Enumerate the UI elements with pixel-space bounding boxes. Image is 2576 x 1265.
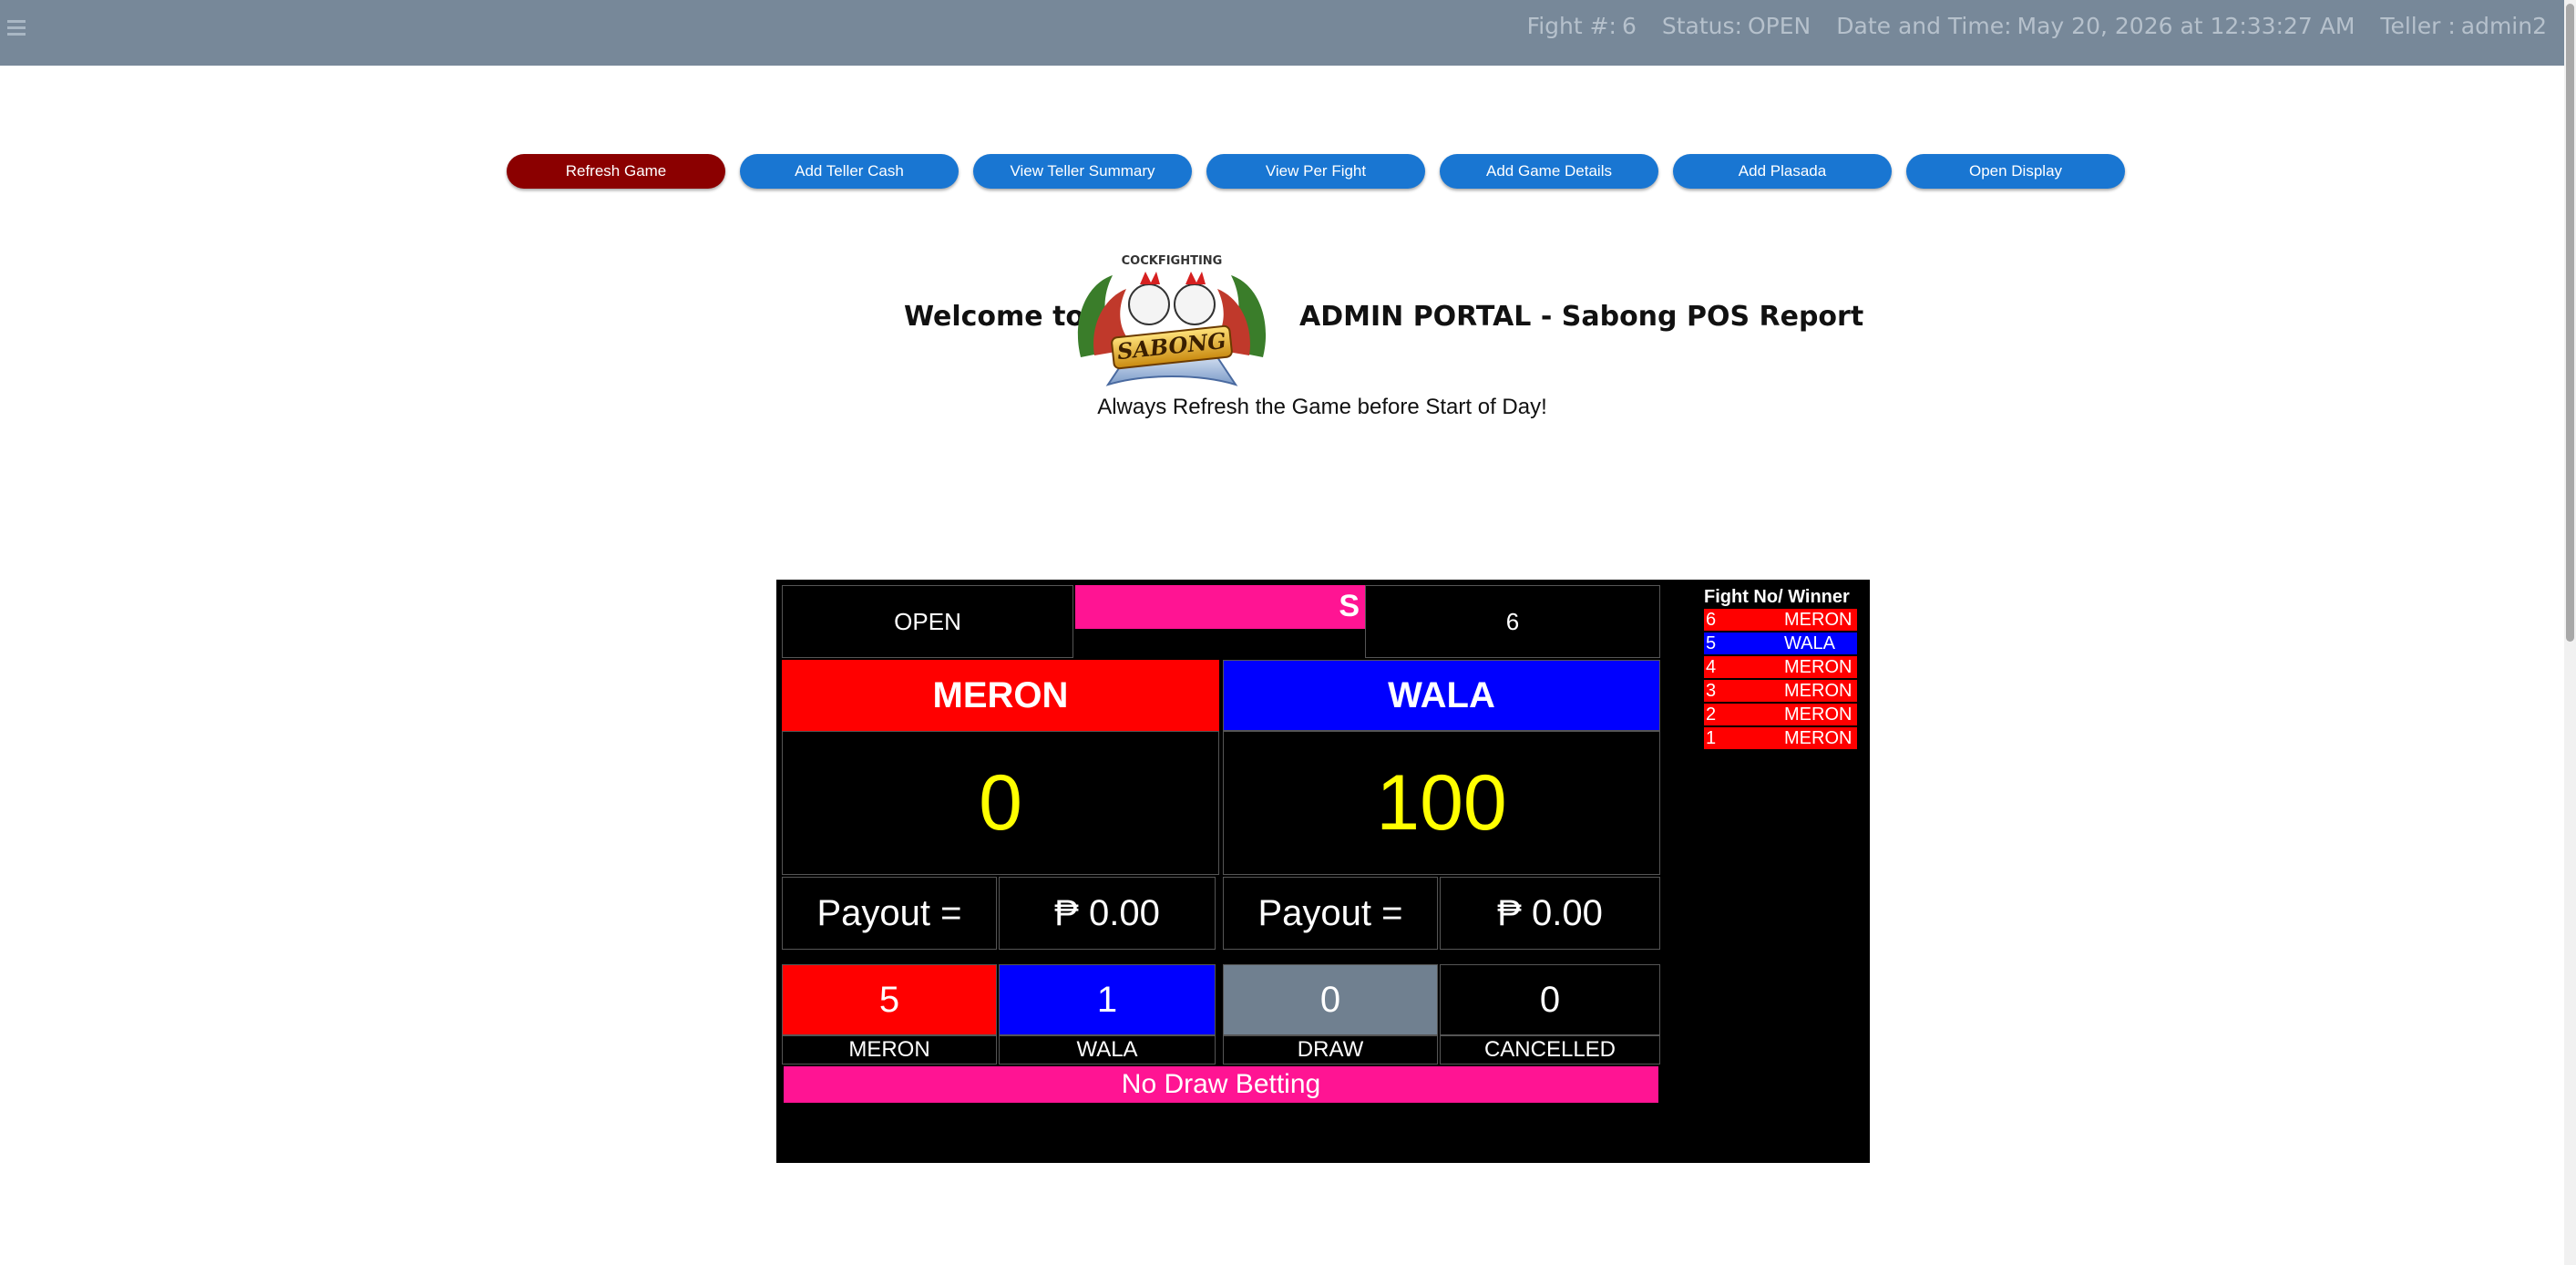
refresh-reminder: Always Refresh the Game before Start of … bbox=[1097, 395, 1547, 419]
teller-value: admin2 bbox=[2460, 13, 2547, 39]
welcome-prefix: Welcome to bbox=[904, 301, 1085, 333]
fight-board: OPEN S 6 MERON WALA 0 100 Payout = ₱ 0.0… bbox=[776, 580, 1870, 1163]
welcome-banner: Welcome to SABONG COCKFIGHTING ADMIN POR… bbox=[0, 244, 2576, 390]
board-fight-number: 6 bbox=[1365, 585, 1660, 658]
add-plasada-button[interactable]: Add Plasada bbox=[1673, 154, 1892, 189]
history-row: 5 WALA bbox=[1704, 632, 1857, 654]
fight-history-title: Fight No/ Winner bbox=[1704, 587, 1850, 607]
fight-number-value: 6 bbox=[1621, 13, 1637, 39]
datetime-info: Date and Time: May 20, 2026 at 12:33:27 … bbox=[1836, 13, 2355, 39]
cancelled-count-label: CANCELLED bbox=[1440, 1035, 1660, 1064]
ticker-text: S bbox=[1339, 589, 1360, 623]
history-row: 6 MERON bbox=[1704, 609, 1857, 631]
meron-win-count: 5 bbox=[782, 964, 997, 1035]
meron-header: MERON bbox=[782, 660, 1219, 731]
meron-payout-value: ₱ 0.00 bbox=[999, 877, 1216, 950]
meron-bet-total: 0 bbox=[782, 731, 1219, 875]
history-row: 1 MERON bbox=[1704, 727, 1857, 749]
cancelled-count: 0 bbox=[1440, 964, 1660, 1035]
sabong-logo: SABONG COCKFIGHTING bbox=[1077, 254, 1267, 386]
action-button-row: Refresh Game Add Teller Cash View Teller… bbox=[507, 154, 2125, 189]
add-game-details-button[interactable]: Add Game Details bbox=[1440, 154, 1658, 189]
portal-title: ADMIN PORTAL - Sabong POS Report bbox=[1299, 301, 1864, 333]
topbar-info: Fight #: 6 Status: OPEN Date and Time: M… bbox=[1527, 13, 2547, 39]
meron-count-label: MERON bbox=[782, 1035, 997, 1064]
draw-count: 0 bbox=[1223, 964, 1438, 1035]
wala-count-label: WALA bbox=[999, 1035, 1216, 1064]
teller-info: Teller : admin2 bbox=[2380, 13, 2547, 39]
open-display-button[interactable]: Open Display bbox=[1906, 154, 2125, 189]
wala-payout-label: Payout = bbox=[1223, 877, 1438, 950]
view-per-fight-button[interactable]: View Per Fight bbox=[1206, 154, 1425, 189]
history-row: 4 MERON bbox=[1704, 656, 1857, 678]
wala-payout-value: ₱ 0.00 bbox=[1440, 877, 1660, 950]
history-row: 3 MERON bbox=[1704, 680, 1857, 702]
status-value: OPEN bbox=[1747, 13, 1811, 39]
history-row: 2 MERON bbox=[1704, 704, 1857, 725]
draw-count-label: DRAW bbox=[1223, 1035, 1438, 1064]
meron-payout-label: Payout = bbox=[782, 877, 997, 950]
fight-number-info: Fight #: 6 bbox=[1526, 13, 1637, 39]
wala-header: WALA bbox=[1223, 660, 1660, 731]
wala-win-count: 1 bbox=[999, 964, 1216, 1035]
view-teller-summary-button[interactable]: View Teller Summary bbox=[973, 154, 1192, 189]
refresh-game-button[interactable]: Refresh Game bbox=[507, 154, 725, 189]
wala-bet-total: 100 bbox=[1223, 731, 1660, 875]
top-navbar: Fight #: 6 Status: OPEN Date and Time: M… bbox=[0, 0, 2576, 66]
fight-history: Fight No/ Winner 6 MERON 5 WALA 4 MERON 3 ME… bbox=[1704, 585, 1857, 751]
add-teller-cash-button[interactable]: Add Teller Cash bbox=[740, 154, 959, 189]
status-info: Status: OPEN bbox=[1661, 13, 1811, 39]
page-scrollbar[interactable] bbox=[2564, 0, 2576, 1265]
datetime-value: May 20, 2026 at 12:33:27 AM bbox=[2017, 13, 2355, 39]
board-status: OPEN bbox=[782, 585, 1073, 658]
hamburger-menu-icon[interactable] bbox=[5, 16, 27, 38]
no-draw-betting-banner: No Draw Betting bbox=[784, 1066, 1658, 1103]
logo-top-text: COCKFIGHTING bbox=[1122, 254, 1223, 268]
ticker-banner: S bbox=[1075, 585, 1365, 629]
